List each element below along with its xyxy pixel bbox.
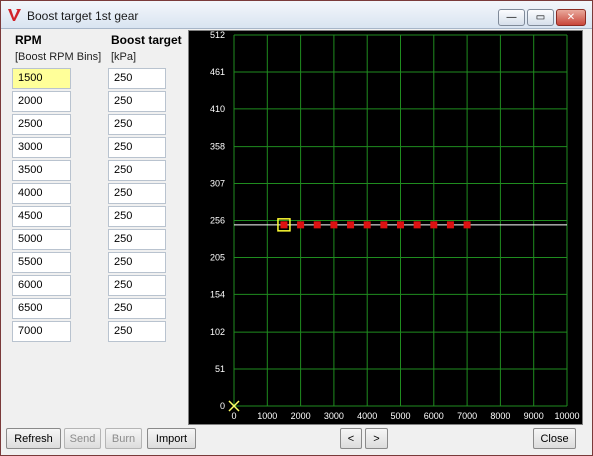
data-point[interactable] bbox=[280, 221, 288, 229]
rpm-cell-10[interactable]: 6000 bbox=[12, 275, 71, 296]
maximize-button[interactable]: ▭ bbox=[527, 9, 554, 26]
previous-button[interactable]: < bbox=[340, 428, 362, 449]
boost-cell-6[interactable]: 250 bbox=[108, 183, 166, 204]
rpm-cell-11[interactable]: 6500 bbox=[12, 298, 71, 319]
rpm-cell-8[interactable]: 5000 bbox=[12, 229, 71, 250]
x-tick-label: 8000 bbox=[490, 411, 510, 421]
x-tick-label: 10000 bbox=[554, 411, 579, 421]
y-tick-label: 410 bbox=[210, 104, 225, 114]
app-logo-icon bbox=[8, 9, 21, 21]
rpm-cell-3[interactable]: 2500 bbox=[12, 114, 71, 135]
footer-toolbar: Refresh Send Burn Import < > Close bbox=[1, 425, 592, 455]
rpm-cell-9[interactable]: 5500 bbox=[12, 252, 71, 273]
data-point[interactable] bbox=[347, 221, 355, 229]
data-point[interactable] bbox=[313, 221, 321, 229]
y-tick-label: 512 bbox=[210, 31, 225, 40]
window-close-button[interactable]: ✕ bbox=[556, 9, 586, 26]
data-point[interactable] bbox=[380, 221, 388, 229]
boost-cell-12[interactable]: 250 bbox=[108, 321, 166, 342]
boost-cell-8[interactable]: 250 bbox=[108, 229, 166, 250]
data-point[interactable] bbox=[297, 221, 305, 229]
burn-button[interactable]: Burn bbox=[105, 428, 142, 449]
y-tick-label: 205 bbox=[210, 252, 225, 262]
data-point[interactable] bbox=[413, 221, 421, 229]
title-bar[interactable]: Boost target 1st gear — ▭ ✕ bbox=[1, 1, 592, 29]
data-point[interactable] bbox=[363, 221, 371, 229]
y-tick-label: 102 bbox=[210, 327, 225, 337]
boost-cell-3[interactable]: 250 bbox=[108, 114, 166, 135]
minimize-button[interactable]: — bbox=[498, 9, 525, 26]
x-tick-label: 0 bbox=[231, 411, 236, 421]
x-tick-label: 4000 bbox=[357, 411, 377, 421]
close-icon: ✕ bbox=[566, 12, 576, 23]
rpm-cell-12[interactable]: 7000 bbox=[12, 321, 71, 342]
data-point[interactable] bbox=[397, 221, 404, 229]
window-title: Boost target 1st gear bbox=[27, 9, 139, 23]
y-tick-label: 461 bbox=[210, 67, 225, 77]
x-tick-label: 9000 bbox=[524, 411, 544, 421]
rpm-cell-6[interactable]: 4000 bbox=[12, 183, 71, 204]
boost-cell-5[interactable]: 250 bbox=[108, 160, 166, 181]
data-point[interactable] bbox=[463, 221, 471, 229]
y-tick-label: 0 bbox=[220, 401, 225, 411]
boost-cell-10[interactable]: 250 bbox=[108, 275, 166, 296]
minimize-icon: — bbox=[506, 12, 517, 23]
rpm-cell-7[interactable]: 4500 bbox=[12, 206, 71, 227]
rpm-cell-2[interactable]: 2000 bbox=[12, 91, 71, 112]
rpm-column-subheader: [Boost RPM Bins] bbox=[15, 51, 102, 63]
import-button[interactable]: Import bbox=[147, 428, 196, 449]
maximize-icon: ▭ bbox=[535, 12, 546, 23]
data-point[interactable] bbox=[430, 221, 438, 229]
x-tick-label: 3000 bbox=[324, 411, 344, 421]
data-point[interactable] bbox=[446, 221, 454, 229]
rpm-cell-1[interactable]: 1500 bbox=[12, 68, 71, 89]
rpm-column-header: RPM bbox=[15, 33, 42, 47]
boost-cell-9[interactable]: 250 bbox=[108, 252, 166, 273]
y-tick-label: 154 bbox=[210, 289, 225, 299]
close-button[interactable]: Close bbox=[533, 428, 576, 449]
boost-chart-svg[interactable]: 0 1000 2000 3000 4000 5000 6000 7000 8000 9000 100… bbox=[189, 31, 582, 424]
boost-column-subheader: [kPa] bbox=[111, 51, 137, 63]
send-button[interactable]: Send bbox=[64, 428, 101, 449]
y-tick-label: 307 bbox=[210, 179, 225, 189]
x-tick-label: 1000 bbox=[257, 411, 277, 421]
data-point[interactable] bbox=[330, 221, 338, 229]
boost-cell-4[interactable]: 250 bbox=[108, 137, 166, 158]
x-tick-label: 2000 bbox=[291, 411, 311, 421]
rpm-cell-4[interactable]: 3000 bbox=[12, 137, 71, 158]
table-panel: RPM Boost target [Boost RPM Bins] [kPa] … bbox=[7, 30, 187, 425]
boost-cell-2[interactable]: 250 bbox=[108, 91, 166, 112]
boost-cell-1[interactable]: 250 bbox=[108, 68, 166, 89]
refresh-button[interactable]: Refresh bbox=[6, 428, 61, 449]
boost-cell-7[interactable]: 250 bbox=[108, 206, 166, 227]
next-button[interactable]: > bbox=[365, 428, 388, 449]
boost-target-window: Boost target 1st gear — ▭ ✕ RPM Boost ta… bbox=[0, 0, 593, 456]
boost-chart[interactable]: 0 1000 2000 3000 4000 5000 6000 7000 8000 9000 100… bbox=[188, 30, 583, 425]
x-tick-label: 5000 bbox=[390, 411, 410, 421]
y-tick-label: 358 bbox=[210, 142, 225, 152]
x-tick-label: 7000 bbox=[457, 411, 477, 421]
rpm-cell-5[interactable]: 3500 bbox=[12, 160, 71, 181]
boost-cell-11[interactable]: 250 bbox=[108, 298, 166, 319]
y-tick-label: 51 bbox=[215, 364, 225, 374]
x-tick-label: 6000 bbox=[424, 411, 444, 421]
y-tick-label: 256 bbox=[210, 216, 225, 226]
boost-column-header: Boost target bbox=[111, 33, 182, 47]
